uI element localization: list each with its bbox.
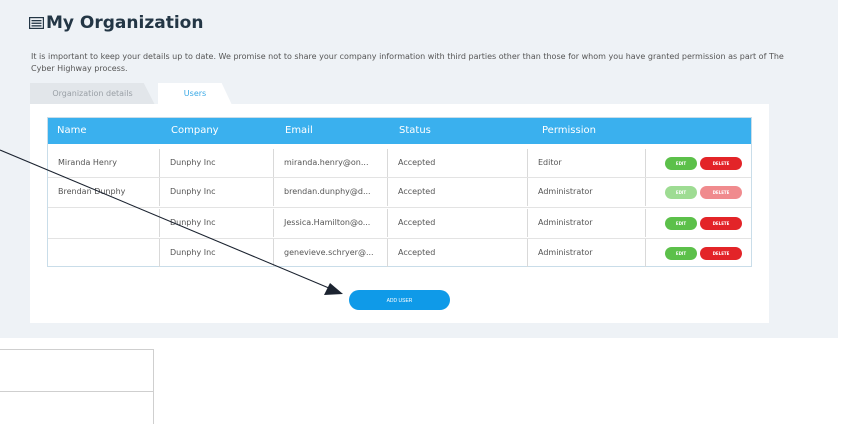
cell-permission: Administrator	[528, 178, 646, 206]
add-user-button[interactable]: ADD USER	[349, 290, 450, 310]
cell-name: Brendan Dunphy	[48, 178, 160, 206]
cell-email: genevieve.schryer@...	[274, 239, 388, 267]
cell-permission: Administrator	[528, 239, 646, 267]
edit-button[interactable]: EDIT	[665, 217, 697, 230]
row-divider	[48, 207, 751, 208]
tab-users[interactable]: Users	[158, 83, 232, 105]
cell-permission: Administrator	[528, 209, 646, 237]
page-title: My Organization	[29, 13, 203, 33]
page-title-text: My Organization	[46, 13, 204, 33]
cell-permission: Editor	[528, 149, 646, 177]
cell-company: Dunphy Inc	[160, 209, 274, 237]
divider	[0, 391, 153, 392]
cell-status: Accepted	[388, 178, 528, 206]
cell-email: Jessica.Hamilton@o...	[274, 209, 388, 237]
table-row: Dunphy Inc Jessica.Hamilton@o... Accepte…	[48, 209, 751, 237]
header-company: Company	[171, 125, 219, 136]
cell-status: Accepted	[388, 239, 528, 267]
header-email: Email	[285, 125, 313, 136]
lower-box	[0, 349, 154, 424]
header-name: Name	[57, 125, 87, 136]
delete-button[interactable]: DELETE	[700, 157, 742, 170]
delete-button[interactable]: DELETE	[700, 247, 742, 260]
table-header: Name Company Email Status Permission	[48, 118, 751, 144]
edit-button[interactable]: EDIT	[665, 186, 697, 199]
page-description: It is important to keep your details up …	[31, 52, 784, 73]
delete-button[interactable]: DELETE	[700, 186, 742, 199]
edit-button[interactable]: EDIT	[665, 157, 697, 170]
list-card-icon	[29, 17, 44, 29]
table-row: Brendan Dunphy Dunphy Inc brendan.dunphy…	[48, 178, 751, 206]
cell-name: Miranda Henry	[48, 149, 160, 177]
cell-status: Accepted	[388, 149, 528, 177]
header-status: Status	[399, 125, 431, 136]
tab-organization-details[interactable]: Organization details	[30, 83, 155, 105]
cell-email: miranda.henry@on...	[274, 149, 388, 177]
cell-company: Dunphy Inc	[160, 149, 274, 177]
cell-company: Dunphy Inc	[160, 239, 274, 267]
table-row: Dunphy Inc genevieve.schryer@... Accepte…	[48, 239, 751, 267]
edit-button[interactable]: EDIT	[665, 247, 697, 260]
users-table: Name Company Email Status Permission Mir…	[47, 117, 752, 267]
delete-button[interactable]: DELETE	[700, 217, 742, 230]
cell-email: brendan.dunphy@d...	[274, 178, 388, 206]
table-row: Miranda Henry Dunphy Inc miranda.henry@o…	[48, 149, 751, 177]
cell-name	[48, 239, 160, 267]
cell-status: Accepted	[388, 209, 528, 237]
header-permission: Permission	[542, 125, 596, 136]
cell-name	[48, 209, 160, 237]
cell-company: Dunphy Inc	[160, 178, 274, 206]
